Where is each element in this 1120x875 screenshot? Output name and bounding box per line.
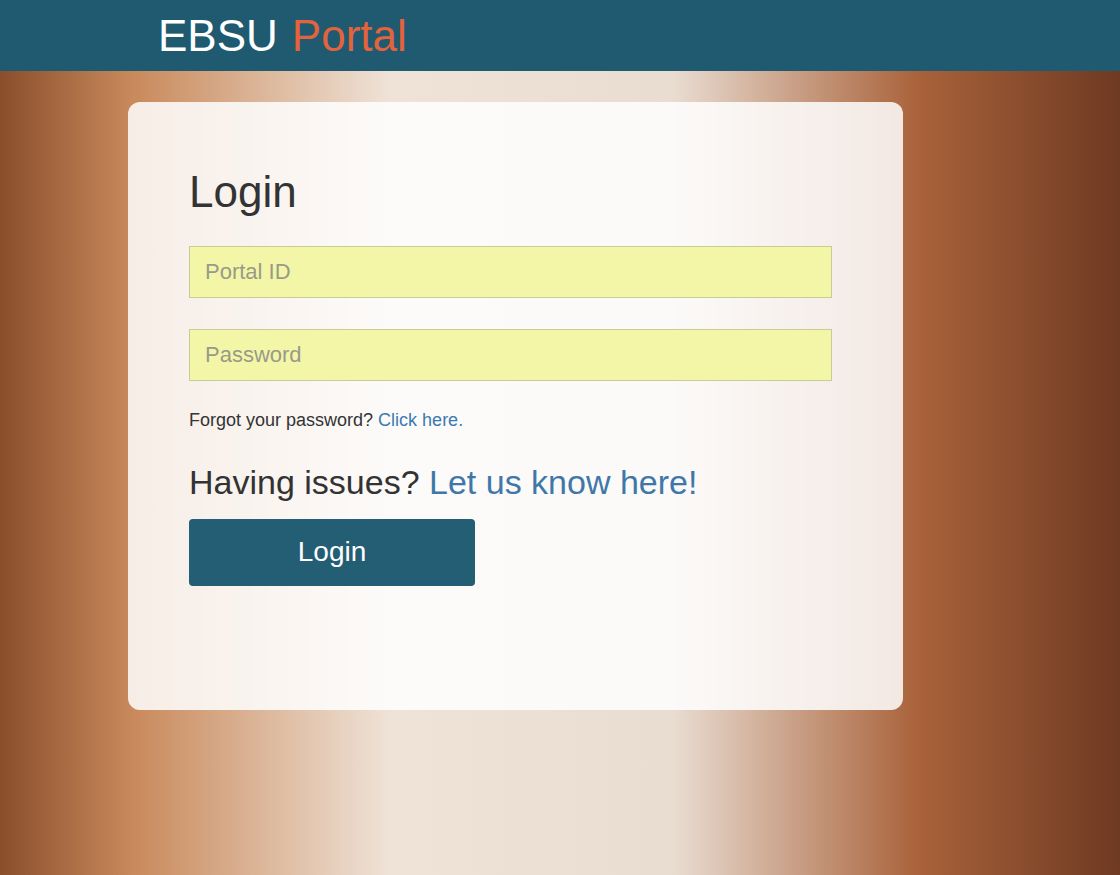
brand-name: EBSU [158, 14, 278, 58]
brand-accent: Portal [292, 14, 407, 58]
forgot-link[interactable]: Click here. [378, 410, 463, 430]
login-fields [189, 246, 832, 381]
login-button[interactable]: Login [189, 519, 475, 586]
forgot-password: Forgot your password? Click here. [189, 408, 832, 432]
login-page: EBSU Portal Login Forgot your password? Cli… [0, 0, 1120, 875]
login-title: Login [189, 166, 832, 219]
login-input[interactable] [189, 246, 832, 298]
login-card: Login Forgot your password? Click here. Ha… [128, 102, 903, 710]
login-input[interactable] [189, 329, 832, 381]
issues-link[interactable]: Let us know here! [429, 463, 697, 501]
top-bar: EBSU Portal [0, 0, 1120, 71]
background-photo: Login Forgot your password? Click here. Ha… [0, 71, 1120, 875]
issues-text: Having issues? Let us know here! [189, 461, 832, 503]
